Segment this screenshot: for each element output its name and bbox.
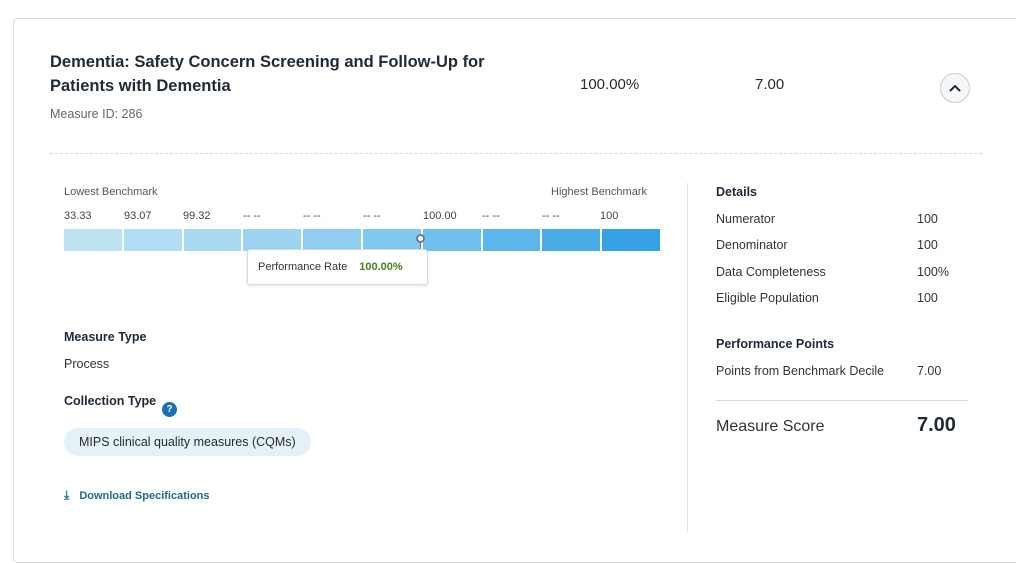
benchmark-segment bbox=[64, 229, 122, 251]
score-divider bbox=[716, 400, 968, 401]
download-specifications-link[interactable]: ⤓ Download Specifications bbox=[64, 488, 210, 503]
tooltip-label: Performance Rate bbox=[258, 261, 348, 273]
benchmark-segment bbox=[422, 229, 481, 251]
download-icon: ⤓ bbox=[64, 488, 70, 502]
benchmark-segment bbox=[243, 229, 302, 251]
measure-card bbox=[13, 18, 1016, 563]
details-label-numerator: Numerator bbox=[716, 212, 776, 226]
measure-score-value: 7.00 bbox=[917, 414, 956, 436]
collapse-button[interactable] bbox=[940, 73, 970, 103]
benchmark-tick: 93.07 bbox=[124, 210, 152, 222]
measure-title: Dementia: Safety Concern Screening and F… bbox=[50, 53, 485, 95]
benchmark-segment bbox=[542, 229, 601, 251]
measure-id: Measure ID: 286 bbox=[50, 107, 143, 121]
benchmark-tick: -- -- bbox=[482, 210, 500, 222]
benchmark-segment bbox=[123, 229, 182, 251]
benchmark-segment bbox=[303, 229, 361, 251]
collection-type-pill: MIPS clinical quality measures (CQMs) bbox=[64, 428, 311, 456]
benchmark-tick: -- -- bbox=[542, 210, 560, 222]
benchmark-tick: 33.33 bbox=[64, 210, 92, 222]
performance-marker bbox=[416, 234, 425, 243]
details-value-denominator: 100 bbox=[917, 238, 938, 252]
benchmark-segment bbox=[362, 229, 421, 251]
benchmark-bar bbox=[64, 229, 660, 251]
chevron-up-icon bbox=[949, 85, 961, 92]
details-value-eligible-population: 100 bbox=[917, 291, 938, 305]
points-from-benchmark-value: 7.00 bbox=[917, 364, 942, 378]
points-from-benchmark-label: Points from Benchmark Decile bbox=[716, 364, 885, 378]
benchmark-tick: 100 bbox=[600, 210, 619, 222]
vertical-divider bbox=[687, 183, 688, 533]
performance-points-heading: Performance Points bbox=[716, 337, 835, 351]
details-label-denominator: Denominator bbox=[716, 238, 788, 252]
collection-type-heading: Collection Type bbox=[64, 394, 157, 408]
tooltip-value: 100.00% bbox=[359, 261, 403, 273]
details-value-numerator: 100 bbox=[917, 212, 938, 226]
benchmark-tick: -- -- bbox=[363, 210, 381, 222]
details-heading: Details bbox=[716, 185, 757, 199]
lowest-benchmark-label: Lowest Benchmark bbox=[64, 186, 158, 198]
performance-tooltip: Performance Rate 100.00% bbox=[247, 249, 428, 285]
details-label-eligible-population: Eligible Population bbox=[716, 291, 819, 305]
measure-type-heading: Measure Type bbox=[64, 330, 147, 344]
measure-score-label: Measure Score bbox=[716, 418, 825, 435]
help-icon[interactable]: ? bbox=[162, 402, 177, 417]
section-divider bbox=[50, 153, 982, 154]
benchmark-segment bbox=[183, 229, 242, 251]
performance-rate-summary: 100.00% bbox=[580, 76, 640, 93]
download-label: Download Specifications bbox=[79, 489, 210, 502]
benchmark-tick: 100.00 bbox=[423, 210, 457, 222]
highest-benchmark-label: Highest Benchmark bbox=[551, 186, 647, 198]
benchmark-segment bbox=[482, 229, 541, 251]
points-summary: 7.00 bbox=[755, 76, 785, 93]
details-value-data-completeness: 100% bbox=[917, 265, 949, 279]
benchmark-segment bbox=[602, 229, 660, 251]
benchmark-tick: -- -- bbox=[243, 210, 261, 222]
measure-type-value: Process bbox=[64, 357, 110, 371]
details-label-data-completeness: Data Completeness bbox=[716, 265, 826, 279]
benchmark-tick: -- -- bbox=[303, 210, 321, 222]
benchmark-tick: 99.32 bbox=[183, 210, 211, 222]
